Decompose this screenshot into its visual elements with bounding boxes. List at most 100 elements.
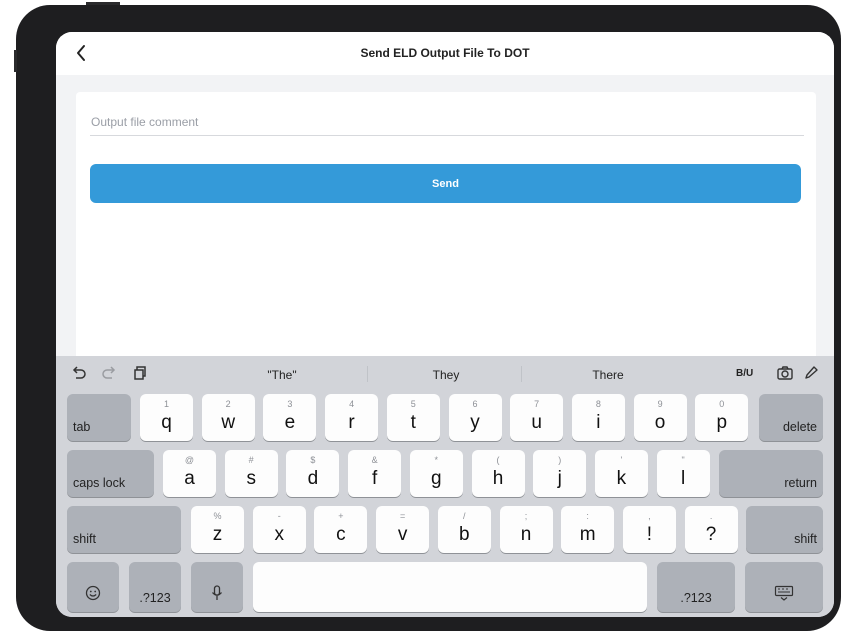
tablet-frame: Send ELD Output File To DOT Send [14, 2, 841, 631]
key-secondary-label: 8 [595, 399, 601, 409]
return-key[interactable]: return [719, 450, 823, 497]
send-button[interactable]: Send [90, 164, 801, 203]
key-secondary-label: $ [310, 455, 316, 465]
key-row3-4[interactable]: / b [437, 506, 491, 553]
key-primary-label: m [579, 524, 596, 545]
key-row3-1[interactable]: -x [252, 506, 306, 553]
key-primary-label: f [371, 468, 378, 489]
key-row1-7[interactable]: 8i [571, 394, 625, 441]
key-primary-label: s [246, 468, 256, 489]
redo-icon[interactable] [100, 364, 118, 382]
key-row2-5[interactable]: (h [471, 450, 525, 497]
key-row1-1[interactable]: 2w [201, 394, 255, 441]
key-row3-2[interactable]: + c [314, 506, 368, 553]
key-row1-0[interactable]: 1q [140, 394, 193, 441]
key-primary-label: p [716, 412, 728, 433]
key-row1-8[interactable]: 9o [633, 394, 687, 441]
key-secondary-label: 6 [472, 399, 478, 409]
key-primary-label: a [184, 468, 195, 489]
text-format-button[interactable]: B/U [736, 368, 753, 379]
suggestion-divider [367, 366, 368, 382]
keyboard-dismiss-icon [745, 585, 823, 606]
key-secondary-label: = [399, 511, 406, 521]
caps-lock-key-label: caps lock [73, 476, 126, 490]
suggestion-1[interactable]: "The" [242, 368, 322, 382]
dictation-key[interactable] [191, 562, 243, 612]
key-secondary-label: " [681, 455, 685, 465]
key-primary-label: n [520, 524, 532, 545]
key-primary-label: o [654, 412, 666, 433]
key-secondary-label: : [586, 511, 589, 521]
key-primary-label: y [470, 412, 480, 433]
screen: Send ELD Output File To DOT Send [56, 32, 834, 617]
space-bar[interactable] [253, 562, 647, 612]
key-secondary-label: 0 [719, 399, 725, 409]
key-secondary-label: 1 [163, 399, 169, 409]
on-screen-keyboard: "The" They There B/U tab 1q2w3e4r5 t 6 y… [56, 356, 834, 617]
output-file-comment-input[interactable] [90, 109, 804, 136]
delete-key[interactable]: delete [759, 394, 823, 441]
key-row2-6[interactable]: ) j [533, 450, 587, 497]
key-row3-7[interactable]: ,! [622, 506, 676, 553]
key-secondary-label: ( [496, 455, 500, 465]
key-row1-2[interactable]: 3e [263, 394, 317, 441]
nav-bar: Send ELD Output File To DOT [56, 32, 834, 75]
undo-icon[interactable] [70, 364, 88, 382]
key-secondary-label: 9 [657, 399, 663, 409]
numbers-key-right-label: .?123 [680, 591, 712, 605]
key-row2-7[interactable]: ' k [594, 450, 648, 497]
key-secondary-label: ; [524, 511, 528, 521]
key-row3-5[interactable]: ; n [499, 506, 553, 553]
key-secondary-label: , [648, 511, 651, 521]
key-secondary-label: @ [184, 455, 195, 465]
key-primary-label: ! [646, 524, 653, 545]
key-primary-label: k [616, 468, 627, 489]
suggestion-divider [521, 366, 522, 382]
key-row2-4[interactable]: * g [409, 450, 463, 497]
key-primary-label: t [410, 412, 416, 433]
numbers-key-left[interactable]: .?123 [129, 562, 181, 612]
key-row3-3[interactable]: = v [376, 506, 430, 553]
key-secondary-label: - [277, 511, 281, 521]
suggestion-2[interactable]: They [406, 368, 486, 382]
emoji-icon [67, 585, 119, 606]
shift-left-key[interactable]: shift [67, 506, 181, 553]
key-secondary-label: 7 [534, 399, 540, 409]
key-secondary-label: 2 [225, 399, 231, 409]
key-row2-1[interactable]: # s [224, 450, 278, 497]
key-secondary-label: & [371, 455, 378, 465]
key-secondary-label: . [709, 511, 713, 521]
microphone-icon [191, 585, 243, 606]
key-row1-9[interactable]: 0p [695, 394, 749, 441]
shift-right-key[interactable]: shift [746, 506, 823, 553]
device-top-button [86, 2, 120, 5]
key-secondary-label: 5 [410, 399, 416, 409]
pen-icon[interactable] [802, 364, 820, 382]
key-row1-4[interactable]: 5t [386, 394, 440, 441]
tab-key[interactable]: tab [67, 394, 131, 441]
key-row3-8[interactable]: .? [684, 506, 738, 553]
key-primary-label: q [161, 412, 172, 433]
key-row2-0[interactable]: @ a [163, 450, 216, 497]
key-row1-3[interactable]: 4r [325, 394, 379, 441]
suggestion-3[interactable]: There [568, 368, 648, 382]
camera-icon[interactable] [776, 364, 794, 382]
key-secondary-label: ' [620, 455, 623, 465]
key-row2-3[interactable]: & f [348, 450, 402, 497]
key-secondary-label: + [338, 511, 344, 521]
key-secondary-label: / [463, 511, 466, 521]
key-row1-5[interactable]: 6y [448, 394, 502, 441]
paste-icon[interactable] [130, 364, 148, 382]
key-row3-6[interactable]: :m [561, 506, 615, 553]
key-row2-2[interactable]: $ d [286, 450, 340, 497]
return-key-label: return [784, 476, 817, 490]
key-row3-0[interactable]: % z [191, 506, 244, 553]
key-row2-8[interactable]: " l [656, 450, 710, 497]
emoji-key[interactable] [67, 562, 119, 612]
key-secondary-label: 3 [287, 399, 293, 409]
dismiss-keyboard-key[interactable] [745, 562, 823, 612]
caps-lock-key[interactable]: caps lock [67, 450, 154, 497]
key-row1-6[interactable]: 7u [510, 394, 564, 441]
output-file-form: Send [76, 92, 816, 362]
numbers-key-right[interactable]: .?123 [657, 562, 735, 612]
